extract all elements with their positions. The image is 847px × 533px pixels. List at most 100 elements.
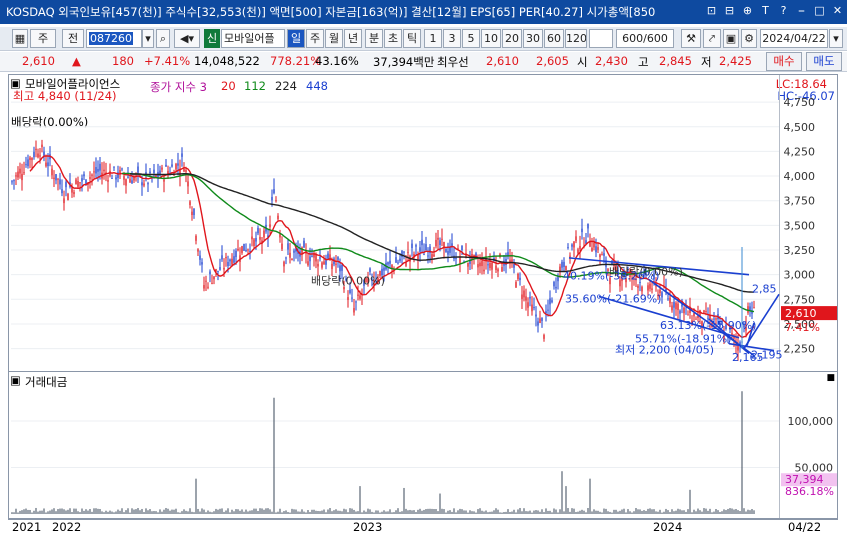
candle-body (133, 177, 135, 181)
candle-body (461, 245, 463, 250)
minute-120-button[interactable]: 120 (565, 29, 587, 48)
volume-chart-panel[interactable]: ▣ 거래대금 ■ 100,000 50,000 37,394 836.18% (8, 371, 838, 519)
volume-bar (721, 511, 723, 514)
tab-period-year[interactable]: 년 (344, 29, 362, 48)
volume-bar (151, 511, 153, 514)
volume-bar (365, 511, 367, 514)
candle-body (687, 314, 689, 316)
volume-bar (649, 508, 651, 514)
volume-bar (501, 512, 503, 514)
volume-bar (303, 511, 305, 514)
candle-body (525, 296, 527, 301)
date-input[interactable]: 2024/04/22 (760, 29, 828, 48)
add-icon[interactable]: ⊕ (740, 3, 755, 19)
fib-note: 35.60%(-21.69%) (565, 292, 661, 305)
split-icon[interactable]: ⊟ (722, 3, 737, 19)
quote-bar: 2,610 ▲ 180 +7.41% 14,048,522 778.21% 43… (0, 52, 847, 72)
candle-body (11, 181, 13, 183)
volume-bar (69, 508, 71, 514)
minute-5-button[interactable]: 5 (462, 29, 480, 48)
custom-period-input[interactable] (589, 29, 613, 48)
bar-count-input[interactable]: 600/600 (616, 29, 674, 48)
candle-body (255, 237, 257, 242)
minute-1-button[interactable]: 1 (424, 29, 442, 48)
candle-body (411, 243, 413, 249)
volume-bar (281, 512, 283, 514)
minute-10-button[interactable]: 10 (481, 29, 501, 48)
tab-period-month[interactable]: 월 (325, 29, 343, 48)
candle-body (521, 294, 523, 299)
volume-bar (575, 511, 577, 514)
open-price: 2,430 (595, 54, 628, 68)
candle-body (47, 162, 49, 167)
settings-icon[interactable]: ⚙ (741, 29, 757, 48)
volume-bar (611, 512, 613, 514)
tab-period-week[interactable]: 주 (306, 29, 324, 48)
volume-bar (297, 511, 299, 514)
sell-button[interactable]: 매도 (806, 52, 842, 71)
candle-body (131, 180, 133, 184)
candle-body (285, 257, 287, 259)
stock-code-input[interactable]: 087260 (86, 29, 142, 48)
minute-3-button[interactable]: 3 (443, 29, 461, 48)
buy-button[interactable]: 매수 (766, 52, 802, 71)
volume-bar (491, 511, 493, 514)
volume-bar (559, 509, 561, 514)
current-pct-tag: 7.41% (785, 321, 820, 334)
layout-icon[interactable]: ⊡ (704, 3, 719, 19)
volume-bar (723, 509, 725, 514)
candle-body (519, 277, 521, 281)
volume-bar (189, 508, 191, 514)
volume-bar (733, 509, 735, 514)
tab-period-minute[interactable]: 분 (365, 29, 383, 48)
calendar-icon[interactable]: ▾ (829, 29, 843, 48)
search-icon[interactable]: ⌕ (156, 29, 170, 48)
minute-20-button[interactable]: 20 (502, 29, 522, 48)
candle-body (575, 236, 577, 242)
help-icon[interactable]: ? (776, 3, 791, 19)
maximize-icon[interactable]: □ (812, 3, 827, 19)
volume-bar (361, 512, 363, 514)
candle-body (513, 264, 515, 268)
minute-60-button[interactable]: 60 (544, 29, 564, 48)
candle-body (237, 248, 239, 251)
price-chart-panel[interactable]: ▣ 모바일어플라이언스 종가 지수 3 20 112 224 448 최고 4,… (8, 74, 838, 372)
volume-bar (653, 509, 655, 514)
minute-30-button[interactable]: 30 (523, 29, 543, 48)
indicator-icon[interactable]: ⤤ (703, 29, 721, 48)
volume-bar (651, 509, 653, 514)
tab-period-day[interactable]: 일 (287, 29, 305, 48)
volume-bar (253, 508, 255, 514)
tab-period-tick[interactable]: 틱 (403, 29, 421, 48)
volume-bar (141, 508, 143, 514)
period-select[interactable]: 주 (30, 29, 56, 48)
tab-period-second[interactable]: 초 (384, 29, 402, 48)
volume-bar (183, 509, 185, 514)
speaker-icon[interactable]: ◀▾ (174, 29, 200, 48)
code-dropdown-icon[interactable]: ▾ (142, 29, 154, 48)
candle-body (481, 260, 483, 267)
candle-body (183, 168, 185, 172)
volume-bar (223, 511, 225, 514)
volume-bar (27, 509, 29, 514)
close-icon[interactable]: ✕ (830, 3, 845, 19)
volume-bar (185, 510, 187, 514)
candle-body (31, 158, 33, 161)
candle-body (647, 285, 649, 291)
volume-bar (25, 508, 27, 514)
candle-body (107, 179, 109, 182)
stock-name-field[interactable]: 모바일어플 (221, 29, 285, 48)
candle-body (223, 267, 225, 270)
prev-button[interactable]: 전 (62, 29, 84, 48)
save-icon[interactable]: ▣ (723, 29, 739, 48)
chart-tools-icon[interactable]: ⚒ (681, 29, 701, 48)
candle-body (55, 174, 57, 181)
volume-bar (561, 471, 563, 514)
volume-bar (475, 512, 477, 514)
minimize-icon[interactable]: ⎯ (794, 3, 809, 19)
volume-bar (211, 512, 213, 514)
candle-body (649, 283, 651, 289)
candle-body (673, 301, 675, 308)
text-icon[interactable]: T (758, 3, 773, 19)
grid-icon[interactable]: ▦ (12, 29, 28, 48)
